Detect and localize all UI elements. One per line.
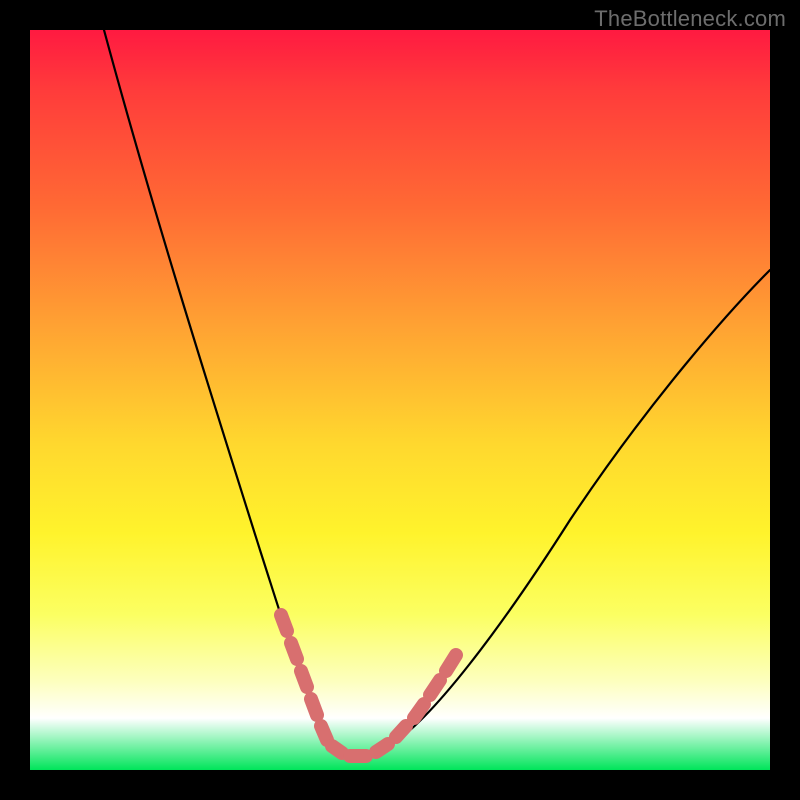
bottleneck-curve [104, 30, 770, 756]
highlight-seg [332, 746, 342, 753]
chart-stage: TheBottleneck.com [0, 0, 800, 800]
highlight-seg [281, 615, 287, 631]
highlight-seg [396, 726, 406, 737]
highlight-seg [291, 643, 297, 659]
curve-highlight-dashes [281, 615, 456, 756]
highlight-seg [321, 726, 327, 740]
highlight-seg [311, 699, 317, 715]
highlight-seg [414, 704, 424, 718]
highlight-seg [376, 744, 388, 752]
curve-svg [30, 30, 770, 770]
highlight-seg [446, 655, 456, 671]
plot-area [30, 30, 770, 770]
watermark-text: TheBottleneck.com [594, 6, 786, 32]
highlight-seg [430, 680, 440, 695]
highlight-seg [301, 671, 307, 687]
